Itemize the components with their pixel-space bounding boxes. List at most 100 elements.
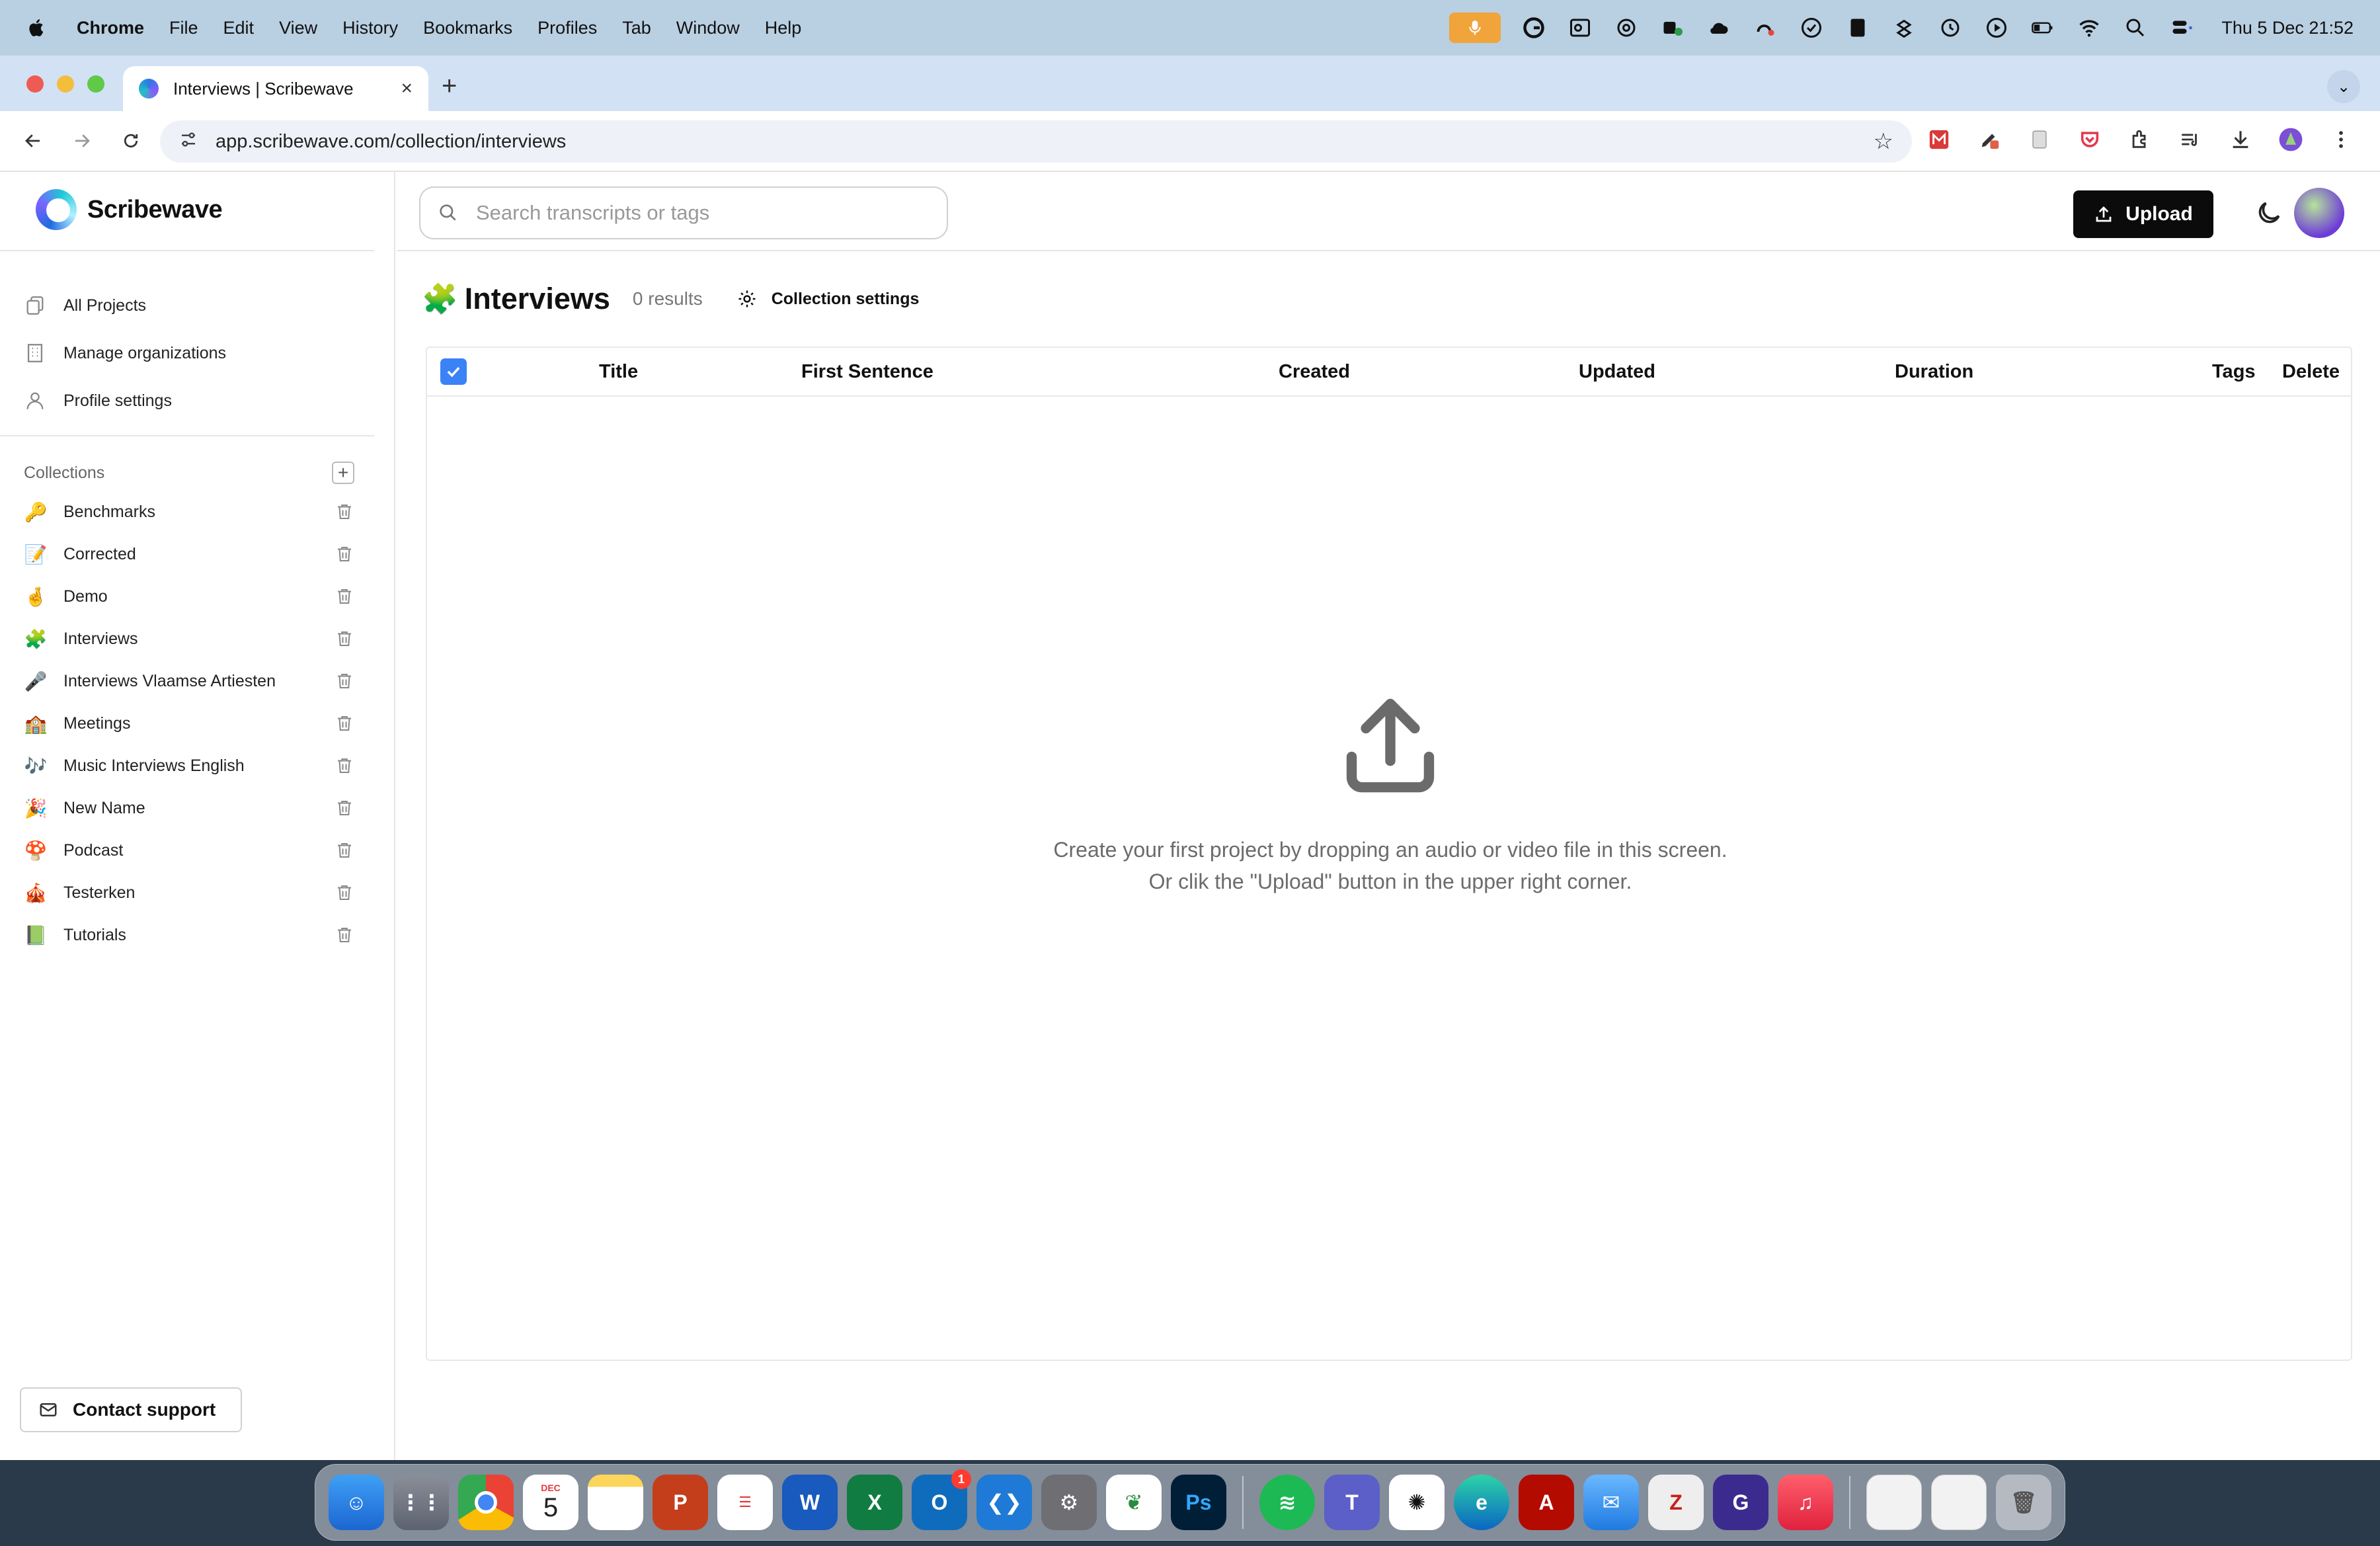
vscode-dock-icon[interactable]: ❮❯ <box>976 1475 1032 1530</box>
column-header-delete[interactable]: Delete <box>2282 361 2340 383</box>
site-info-icon[interactable] <box>178 130 198 154</box>
trash-icon[interactable] <box>335 925 354 945</box>
menu-view[interactable]: View <box>279 18 317 38</box>
chrome-dock-icon[interactable] <box>458 1475 514 1530</box>
upload-button[interactable]: Upload <box>2073 190 2213 238</box>
collection-item-interviews-vlaamse-artiesten[interactable]: 🎤 Interviews Vlaamse Artiesten <box>24 660 354 702</box>
control-center-icon[interactable] <box>2168 15 2195 41</box>
sidebar-item-profile-settings[interactable]: Profile settings <box>24 377 226 425</box>
collection-item-new-name[interactable]: 🎉 New Name <box>24 787 354 829</box>
collection-item-testerken[interactable]: 🎪 Testerken <box>24 872 354 914</box>
trash-icon[interactable] <box>335 544 354 564</box>
finder-dock-icon[interactable]: ☺ <box>329 1475 384 1530</box>
sidebar-item-all-projects[interactable]: All Projects <box>24 282 226 329</box>
collection-item-interviews[interactable]: 🧩 Interviews <box>24 618 354 660</box>
moon-icon[interactable] <box>2254 198 2283 227</box>
system-settings-dock-icon[interactable]: ⚙ <box>1041 1475 1097 1530</box>
trash-icon[interactable] <box>335 756 354 776</box>
download-icon[interactable] <box>2225 124 2256 155</box>
forward-arrow-icon[interactable] <box>65 124 99 158</box>
column-header-duration[interactable]: Duration <box>1895 361 1973 383</box>
time-machine-icon[interactable] <box>1937 15 1964 41</box>
g-app-dock-icon[interactable]: G <box>1713 1475 1768 1530</box>
mega-extension-icon[interactable] <box>1924 124 1954 155</box>
collection-item-benchmarks[interactable]: 🔑 Benchmarks <box>24 491 354 533</box>
zoom-window-button[interactable] <box>87 75 104 93</box>
teams-dock-icon[interactable]: T <box>1324 1475 1380 1530</box>
close-window-button[interactable] <box>26 75 44 93</box>
word-dock-icon[interactable]: W <box>782 1475 838 1530</box>
powerpoint-dock-icon[interactable]: P <box>653 1475 708 1530</box>
trash-icon[interactable] <box>335 671 354 691</box>
collection-item-podcast[interactable]: 🍄 Podcast <box>24 829 354 872</box>
search-input[interactable]: Search transcripts or tags <box>419 186 948 239</box>
pen-extension-icon[interactable] <box>1974 124 2004 155</box>
recent-window-thumbnail[interactable] <box>1931 1475 1987 1530</box>
menu-help[interactable]: Help <box>765 18 802 38</box>
menu-app-name[interactable]: Chrome <box>77 18 144 38</box>
column-header-title[interactable]: Title <box>599 361 638 383</box>
trash-dock-icon[interactable]: 🗑 <box>1996 1475 2051 1530</box>
play-circle-icon[interactable] <box>1983 15 2010 41</box>
sidebar-item-manage-organizations[interactable]: Manage organizations <box>24 329 226 377</box>
browser-tab-active[interactable]: Interviews | Scribewave × <box>123 66 428 111</box>
puzzle-extensions-icon[interactable] <box>2125 124 2155 155</box>
microphone-icon[interactable] <box>1449 13 1501 43</box>
trash-icon[interactable] <box>335 798 354 818</box>
close-icon[interactable]: × <box>401 77 413 100</box>
launchpad-dock-icon[interactable]: ⋮⋮ <box>393 1475 449 1530</box>
mongodb-dock-icon[interactable]: ❦ <box>1106 1475 1162 1530</box>
calendar-dock-icon[interactable]: DEC 5 <box>523 1475 578 1530</box>
column-header-created[interactable]: Created <box>1279 361 1350 383</box>
apple-icon[interactable] <box>26 17 48 39</box>
reload-icon[interactable] <box>114 124 148 158</box>
collection-item-demo[interactable]: 🤞 Demo <box>24 575 354 618</box>
checkmark-circle-icon[interactable] <box>1798 15 1825 41</box>
menu-file[interactable]: File <box>169 18 198 38</box>
chevron-down-icon[interactable]: ⌄ <box>2327 70 2360 103</box>
menubar-clock[interactable]: Thu 5 Dec 21:52 <box>2221 18 2354 38</box>
outlook-dock-icon[interactable]: O1 <box>912 1469 971 1530</box>
clipboard-icon[interactable] <box>1844 15 1871 41</box>
document-extension-icon[interactable] <box>2024 124 2055 155</box>
photoshop-dock-icon[interactable]: Ps <box>1171 1475 1226 1530</box>
wifi-icon[interactable] <box>2076 15 2102 41</box>
spotify-dock-icon[interactable]: ≋ <box>1259 1475 1315 1530</box>
openai-tray-icon[interactable] <box>1613 15 1640 41</box>
grammarly-icon[interactable] <box>1521 15 1547 41</box>
excel-dock-icon[interactable]: X <box>847 1475 902 1530</box>
contact-support-button[interactable]: Contact support <box>20 1387 242 1432</box>
collection-item-meetings[interactable]: 🏫 Meetings <box>24 702 354 745</box>
trash-icon[interactable] <box>335 502 354 522</box>
teams-tray-icon[interactable] <box>1659 15 1686 41</box>
trash-icon[interactable] <box>335 713 354 733</box>
collection-item-corrected[interactable]: 📝 Corrected <box>24 533 354 575</box>
notes-dock-icon[interactable] <box>588 1475 643 1530</box>
trash-icon[interactable] <box>335 883 354 903</box>
collection-settings-button[interactable]: Collection settings <box>737 289 919 309</box>
reading-list-icon[interactable] <box>2175 124 2205 155</box>
collection-item-music-interviews-english[interactable]: 🎶 Music Interviews English <box>24 745 354 787</box>
battery-icon[interactable] <box>2030 15 2056 41</box>
outlook-tray-icon[interactable] <box>1567 15 1593 41</box>
column-header-tags[interactable]: Tags <box>2212 361 2256 383</box>
avatar[interactable] <box>2294 188 2344 238</box>
reminders-dock-icon[interactable]: ☰ <box>717 1475 773 1530</box>
trash-icon[interactable] <box>335 840 354 860</box>
recent-window-thumbnail[interactable] <box>1866 1475 1922 1530</box>
menu-edit[interactable]: Edit <box>223 18 255 38</box>
menu-profiles[interactable]: Profiles <box>537 18 597 38</box>
select-all-checkbox[interactable] <box>440 358 467 385</box>
column-header-updated[interactable]: Updated <box>1579 361 1655 383</box>
menu-window[interactable]: Window <box>676 18 740 38</box>
chatgpt-dock-icon[interactable]: ✺ <box>1389 1475 1445 1530</box>
cloud-icon[interactable] <box>1706 15 1732 41</box>
add-collection-button[interactable]: + <box>332 462 354 484</box>
back-arrow-icon[interactable] <box>16 124 50 158</box>
new-tab-button[interactable]: + <box>442 71 457 101</box>
menu-history[interactable]: History <box>342 18 398 38</box>
address-bar[interactable]: app.scribewave.com/collection/interviews… <box>160 120 1912 163</box>
edge-dock-icon[interactable]: e <box>1454 1475 1509 1530</box>
zotero-dock-icon[interactable]: Z <box>1648 1475 1704 1530</box>
creative-cloud-icon[interactable] <box>1752 15 1778 41</box>
